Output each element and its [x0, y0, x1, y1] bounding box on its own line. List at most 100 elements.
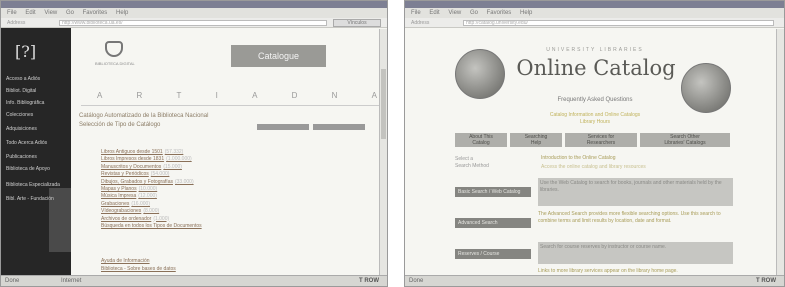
- menu-file[interactable]: File: [411, 10, 421, 16]
- letter: N: [331, 91, 338, 100]
- vertical-scrollbar[interactable]: [379, 29, 387, 275]
- intro-subheading: Selección de Tipo de Catálogo: [79, 122, 161, 128]
- intro-link[interactable]: Introduction to the Online Catalog: [541, 155, 616, 161]
- letter: A: [371, 91, 377, 100]
- status-text: Done: [409, 278, 424, 284]
- option-button-1[interactable]: [257, 124, 309, 130]
- menu-help[interactable]: Help: [116, 10, 128, 16]
- university-line: UNIVERSITY LIBRARIES: [546, 47, 644, 53]
- sidebar-item[interactable]: Acceso a Adiós: [6, 76, 68, 82]
- address-input[interactable]: http://catalog.university.edu/: [463, 20, 774, 26]
- menu-bar: File Edit View Go Favorites Help: [405, 8, 784, 18]
- catalog-type-list: Libros Antiguos desde 1501 (57.332) Libro…: [101, 149, 204, 230]
- sidebar-item[interactable]: Bibliot. Digital: [6, 88, 68, 94]
- letter: T: [176, 91, 182, 100]
- footer-link[interactable]: Biblioteca - Sobre bases de datos: [101, 266, 176, 272]
- intro-heading: Catálogo Automatizado de la Biblioteca N…: [79, 113, 209, 119]
- option-description: Search for course reserves by instructor…: [538, 242, 733, 264]
- option-description: The Advanced Search provides more flexib…: [538, 211, 721, 224]
- catalog-note[interactable]: Library Hours: [515, 119, 675, 125]
- status-right: T ROW: [359, 278, 379, 284]
- links-button[interactable]: Vínculos: [333, 19, 381, 27]
- globe-left-icon: [455, 49, 505, 99]
- intro-subtext: Access the online catalog and library re…: [541, 164, 646, 170]
- catalog-link[interactable]: Mapas y Planos (10.000): [101, 186, 204, 193]
- left-browser-window: File Edit View Go Favorites Help Address…: [0, 0, 388, 287]
- status-text: Done: [5, 278, 20, 284]
- crest-caption: BIBLIOTECA DIGITAL: [95, 61, 135, 66]
- catalog-link[interactable]: Dibujos, Grabados y Fotografías (33.000): [101, 179, 204, 186]
- nav-about-button[interactable]: About This Catalog: [455, 133, 507, 147]
- globe-right-icon: [681, 63, 731, 113]
- letter: I: [215, 91, 218, 100]
- catalog-link[interactable]: Libros Antiguos desde 1501 (57.332): [101, 149, 204, 156]
- letter: A: [252, 91, 258, 100]
- basic-search-button[interactable]: Basic Search / Web Catalog: [455, 187, 531, 197]
- menu-help[interactable]: Help: [520, 10, 532, 16]
- catalog-subtitle[interactable]: Frequently Asked Questions: [525, 97, 665, 103]
- ariadna-letters: A R T I A D N A: [97, 91, 377, 100]
- footer-link[interactable]: Ayuda de Información: [101, 258, 150, 264]
- status-right: T ROW: [756, 278, 776, 284]
- letter: R: [136, 91, 143, 100]
- catalog-link[interactable]: Manuscritos y Documentos (15.000): [101, 164, 204, 171]
- option-description: Use the Web Catalog to search for books,…: [538, 178, 733, 206]
- catalogue-button[interactable]: Catalogue: [231, 45, 326, 67]
- catalog-link[interactable]: Grabaciones (16.000): [101, 201, 204, 208]
- sidebar: [?] Acceso a Adiós Bibliot. Digital Info…: [1, 28, 71, 275]
- divider: [81, 105, 381, 106]
- catalog-link[interactable]: Archivos de ordenador (1.000): [101, 216, 204, 223]
- menu-favorites[interactable]: Favorites: [83, 10, 108, 16]
- status-zone: Internet: [61, 278, 82, 284]
- letter: D: [291, 91, 298, 100]
- right-browser-window: File Edit View Go Favorites Help Address…: [404, 0, 785, 287]
- sidebar-item[interactable]: Todo Acerca Adiós: [6, 140, 68, 146]
- sidebar-logo: [?]: [15, 42, 37, 61]
- menu-file[interactable]: File: [7, 10, 17, 16]
- status-bar: Done Internet T ROW: [1, 275, 387, 286]
- status-bar: Done T ROW: [405, 275, 784, 286]
- address-label: Address: [411, 20, 430, 26]
- catalog-link[interactable]: Revistas y Periódicos (54.000): [101, 171, 204, 178]
- menu-edit[interactable]: Edit: [25, 10, 35, 16]
- menu-view[interactable]: View: [448, 10, 461, 16]
- nav-other-catalogs-button[interactable]: Search Other Libraries' Catalogs: [640, 133, 730, 147]
- menu-edit[interactable]: Edit: [429, 10, 439, 16]
- title-bar: [405, 1, 784, 8]
- library-crest-icon: [105, 41, 123, 57]
- sidebar-item[interactable]: Publicaciones: [6, 154, 68, 160]
- menu-view[interactable]: View: [44, 10, 57, 16]
- letter: A: [97, 91, 103, 100]
- reserves-button[interactable]: Reserves / Course: [455, 249, 531, 259]
- sidebar-item[interactable]: Biblioteca de Apoyo: [6, 166, 68, 172]
- option-button-2[interactable]: [313, 124, 365, 130]
- address-label: Address: [7, 20, 26, 26]
- title-bar: [1, 1, 387, 8]
- address-input[interactable]: http://www.biblioteca.ua.es/: [59, 20, 327, 26]
- menu-bar: File Edit View Go Favorites Help: [1, 8, 387, 18]
- sidebar-item[interactable]: Info. Bibliográfica: [6, 100, 68, 106]
- catalog-nav: About This Catalog Searching Help Services…: [455, 133, 730, 147]
- address-bar: Address http://www.biblioteca.ua.es/ Vín…: [1, 18, 387, 28]
- catalog-title: Online Catalog: [516, 56, 676, 80]
- search-method-label: Select a Search Method: [455, 156, 489, 169]
- menu-favorites[interactable]: Favorites: [487, 10, 512, 16]
- scroll-thumb[interactable]: [381, 69, 386, 139]
- sidebar-item[interactable]: Bibl. Arte - Fundación: [6, 196, 68, 202]
- catalog-note[interactable]: Catalog Information and Online Catalogs: [515, 112, 675, 118]
- catalog-link[interactable]: Vídeograbaciones (8.000): [101, 208, 204, 215]
- sidebar-item[interactable]: Biblioteca Especializada: [6, 182, 68, 188]
- sidebar-item[interactable]: Adquisiciones: [6, 126, 68, 132]
- sidebar-item[interactable]: Colecciones: [6, 112, 68, 118]
- vertical-scrollbar[interactable]: [776, 29, 784, 275]
- catalog-link[interactable]: Música Impresa (12.000): [101, 193, 204, 200]
- catalog-link[interactable]: Libros Impresos desde 1831 (1.000.000): [101, 156, 204, 163]
- nav-services-button[interactable]: Services for Researchers: [565, 133, 637, 147]
- menu-go[interactable]: Go: [66, 10, 74, 16]
- address-bar: Address http://catalog.university.edu/: [405, 18, 784, 28]
- menu-go[interactable]: Go: [470, 10, 478, 16]
- advanced-search-button[interactable]: Advanced Search: [455, 218, 531, 228]
- catalog-link[interactable]: Búsqueda en todos los Tipos de Documento…: [101, 223, 204, 230]
- bottom-note: Links to more library services appear on…: [538, 268, 678, 274]
- nav-searching-help-button[interactable]: Searching Help: [510, 133, 562, 147]
